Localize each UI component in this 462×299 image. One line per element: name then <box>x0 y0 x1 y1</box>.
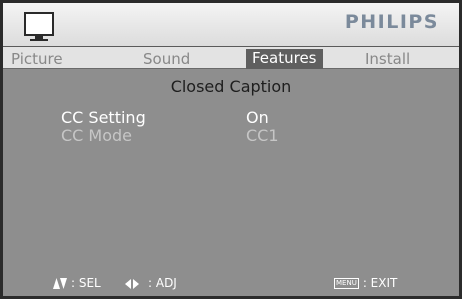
tab-features[interactable]: Features <box>246 49 323 69</box>
setting-value[interactable]: CC1 <box>246 126 279 145</box>
exit-label: : EXIT <box>362 276 398 290</box>
setting-label: CC Mode <box>61 126 133 145</box>
left-right-arrows-icon <box>125 278 139 292</box>
tab-bar: Picture Sound Features Install <box>3 47 459 69</box>
page-title: Closed Caption <box>170 77 292 96</box>
up-down-arrows-icon <box>53 278 67 292</box>
tab-picture[interactable]: Picture <box>5 50 69 69</box>
setting-value[interactable]: On <box>246 108 269 127</box>
brand-logo: PHILIPS <box>344 11 439 33</box>
osd-menu: PHILIPS Picture Sound Features Install C… <box>0 0 462 299</box>
header-bar: PHILIPS <box>3 3 459 47</box>
tv-icon <box>24 12 54 41</box>
select-hint: : SEL <box>71 276 101 290</box>
footer-hints: : SEL : ADJ MENU: EXIT <box>3 276 459 294</box>
tab-sound[interactable]: Sound <box>137 50 196 69</box>
menu-key-icon: MENU <box>334 278 359 289</box>
setting-label: CC Setting <box>61 108 146 127</box>
tab-install[interactable]: Install <box>359 50 416 69</box>
exit-hint: MENU: EXIT <box>334 276 397 290</box>
adjust-hint: : ADJ <box>148 276 177 290</box>
